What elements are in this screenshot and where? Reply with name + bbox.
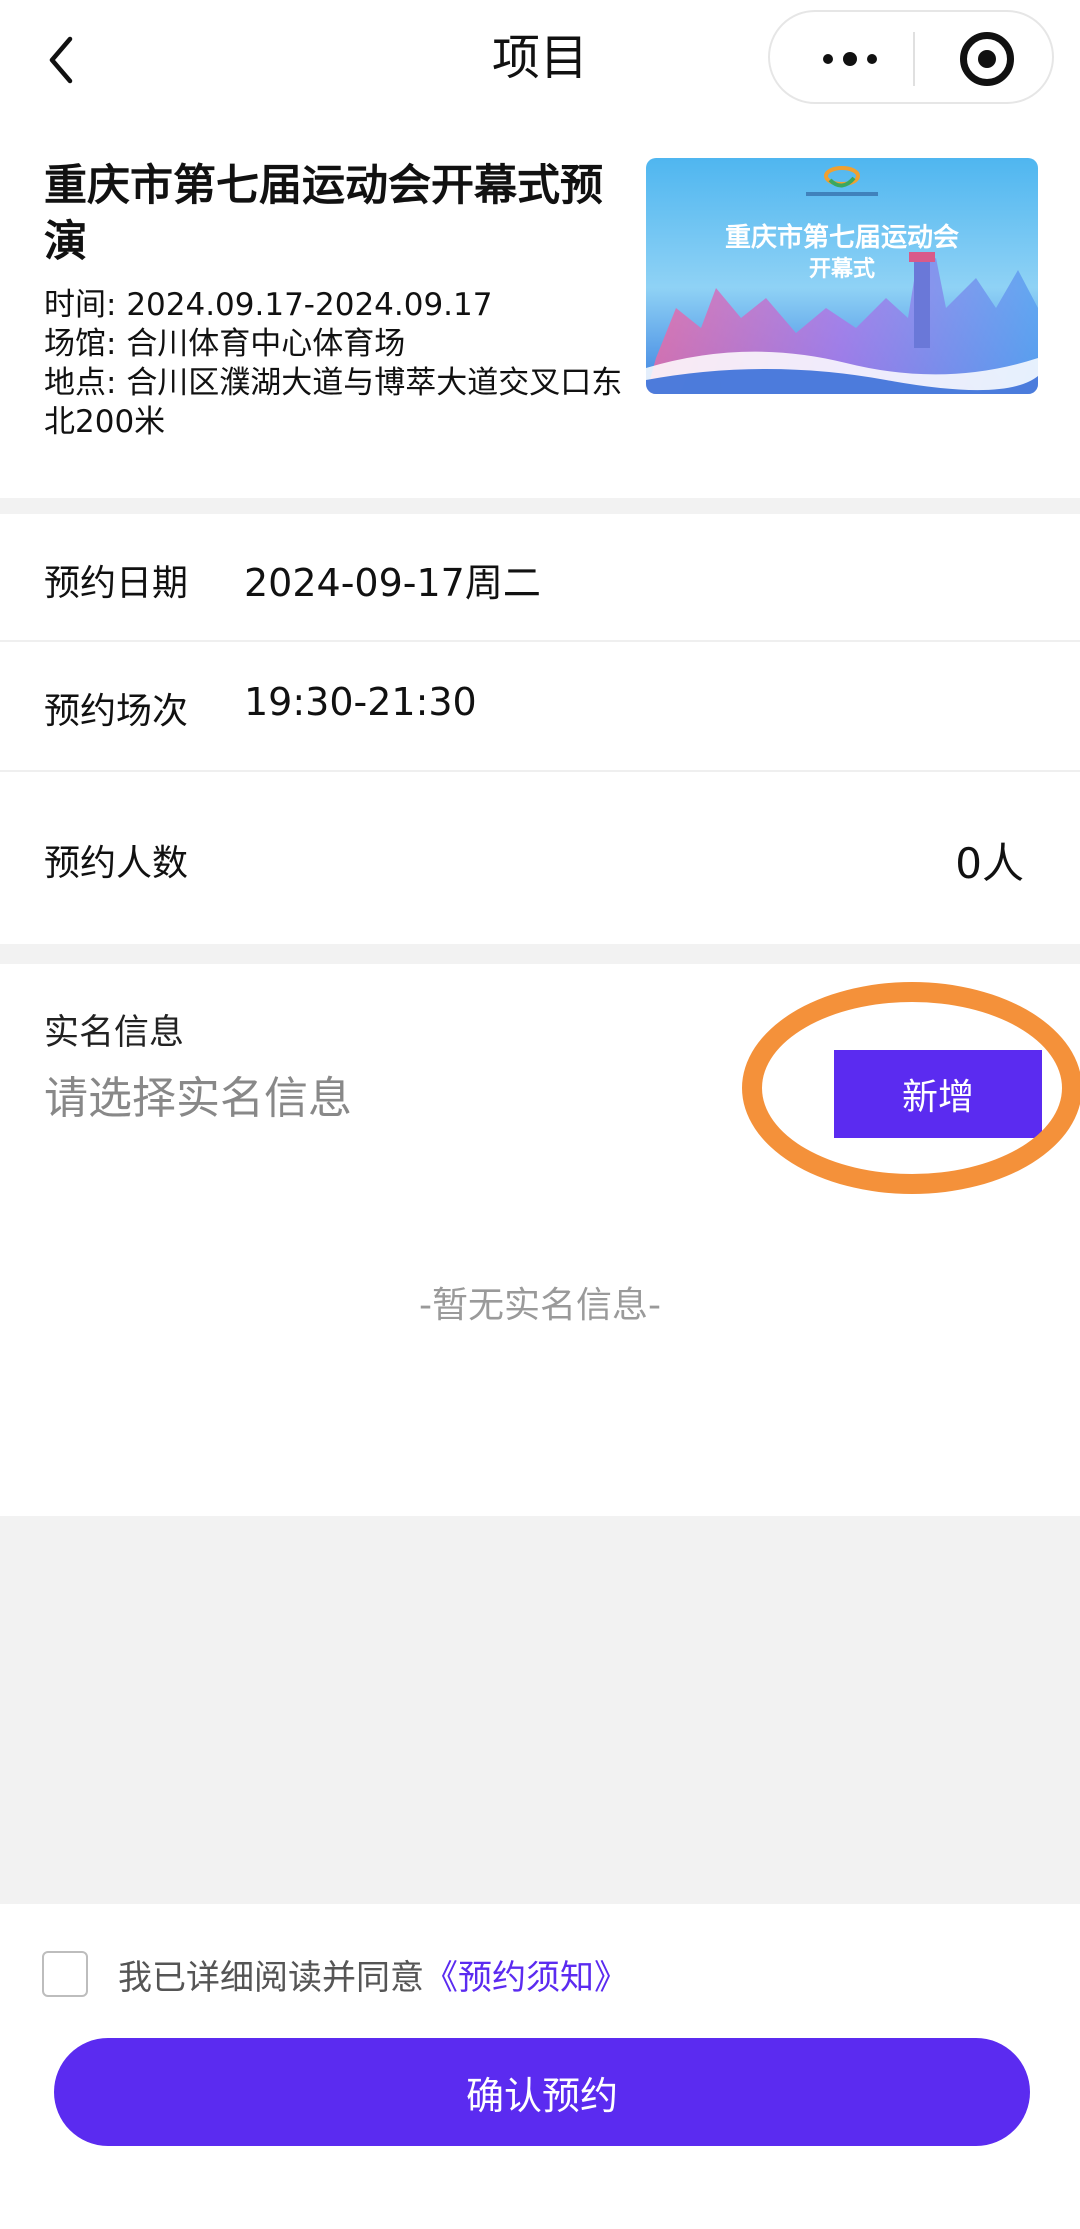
- booking-session-label: 预约场次: [44, 691, 189, 732]
- content-background: [0, 1516, 1080, 1904]
- booking-count-row: 预约人数 0人: [0, 772, 1080, 944]
- event-address-label: 地点:: [44, 365, 117, 401]
- poster-title: 重庆市第七届运动会: [725, 222, 959, 252]
- capsule-divider: [913, 32, 915, 86]
- event-venue-value: 合川体育中心体育场: [126, 326, 406, 362]
- event-info: 时间: 2024.09.17-2024.09.17 场馆: 合川体育中心体育场 …: [44, 286, 624, 442]
- realname-section: 实名信息 请选择实名信息 新增 -暂无实名信息-: [0, 964, 1080, 1516]
- event-address: 地点: 合川区濮湖大道与博萃大道交叉口东北200米: [44, 364, 624, 442]
- event-time: 时间: 2024.09.17-2024.09.17: [44, 286, 624, 325]
- event-poster-image: 重庆市第七届运动会 开幕式: [646, 158, 1038, 394]
- booking-session-row: 预约场次 19:30-21:30: [0, 642, 1080, 772]
- event-address-value: 合川区濮湖大道与博萃大道交叉口东北200米: [44, 365, 623, 440]
- booking-session-value: 19:30-21:30: [244, 680, 477, 724]
- event-venue: 场馆: 合川体育中心体育场: [44, 325, 624, 364]
- mini-program-capsule: [768, 10, 1054, 104]
- event-card: 重庆市第七届运动会开幕式预演 时间: 2024.09.17-2024.09.17…: [0, 120, 1080, 498]
- booking-date-value: 2024-09-17周二: [244, 561, 541, 605]
- target-icon[interactable]: [960, 32, 1014, 86]
- event-title: 重庆市第七届运动会开幕式预演: [44, 161, 603, 267]
- poster-subtitle: 开幕式: [809, 256, 875, 281]
- event-venue-label: 场馆:: [44, 326, 117, 362]
- footer-bar: 我已详细阅读并同意 《预约须知》 确认预约: [0, 1904, 1080, 2229]
- agree-checkbox[interactable]: [42, 1951, 88, 1997]
- event-poster-art: 重庆市第七届运动会 开幕式: [646, 158, 1038, 394]
- event-time-value: 2024.09.17-2024.09.17: [126, 287, 493, 323]
- empty-state-text: -暂无实名信息-: [419, 1285, 661, 1326]
- realname-hint[interactable]: 请选择实名信息: [44, 1062, 352, 1126]
- navigation-bar: 项目: [0, 0, 1080, 120]
- event-time-label: 时间:: [44, 287, 117, 323]
- booking-date-row: 预约日期 2024-09-17周二: [0, 514, 1080, 642]
- booking-count-label: 预约人数: [44, 843, 189, 884]
- add-realname-button[interactable]: 新增: [834, 1050, 1042, 1138]
- agree-text: 我已详细阅读并同意: [118, 1957, 424, 1998]
- booking-notice-link[interactable]: 《预约须知》: [424, 1950, 628, 1999]
- agreement-row: 我已详细阅读并同意 《预约须知》: [42, 1948, 628, 2000]
- section-divider: [0, 944, 1080, 964]
- section-divider: [0, 498, 1080, 514]
- realname-title: 实名信息: [44, 1013, 185, 1053]
- booking-count-value: 0人: [955, 839, 1024, 888]
- more-dots-icon[interactable]: [800, 34, 900, 84]
- confirm-booking-button[interactable]: 确认预约: [54, 2038, 1030, 2146]
- booking-date-label: 预约日期: [44, 563, 189, 604]
